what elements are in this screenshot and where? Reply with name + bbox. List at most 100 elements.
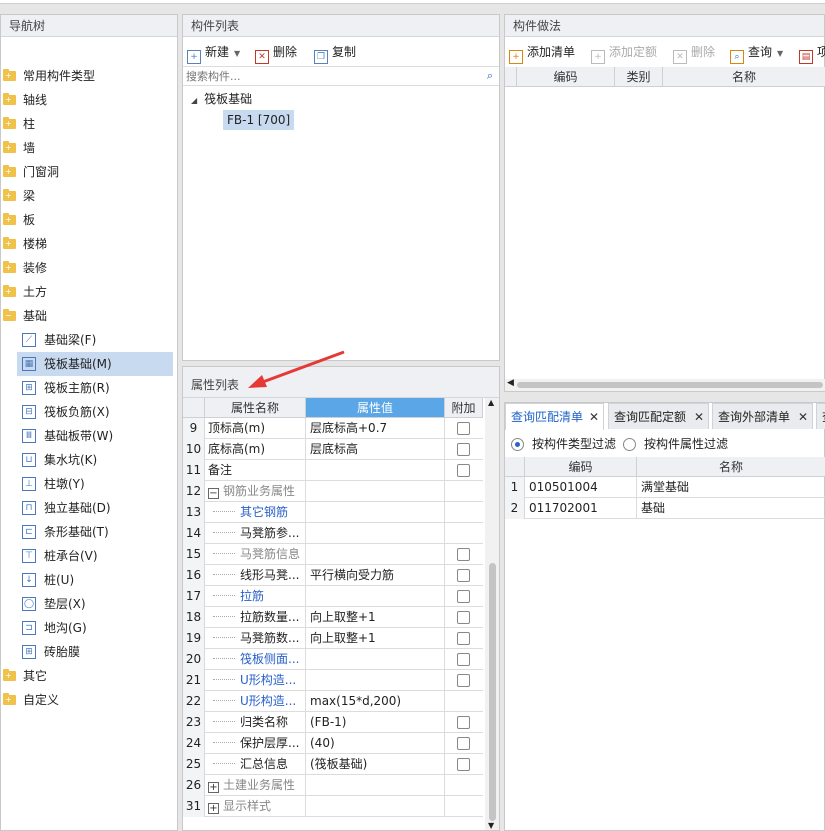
search-icon[interactable]: ⌕ [487, 69, 493, 83]
nav-subitem[interactable]: ⊔ 集水坑(K) [1, 448, 179, 472]
filter-attr[interactable]: 按构件属性过滤 [623, 433, 741, 455]
prop-header-name[interactable]: 属性名称 [205, 398, 306, 418]
query-row[interactable]: 2 011702001 基础 [505, 498, 825, 519]
extra-checkbox[interactable] [457, 422, 470, 435]
prop-row-value[interactable] [306, 670, 445, 691]
nav-item[interactable]: + 常用构件类型 [1, 64, 179, 88]
prop-row-value[interactable]: max(15*d,200) [306, 691, 445, 712]
nav-subitem[interactable]: ⊟ 筏板负筋(X) [1, 400, 179, 424]
query-row-code[interactable]: 010501004 [525, 477, 637, 498]
prop-scrollbar[interactable]: ▲ ▼ [485, 398, 499, 830]
search-box[interactable]: ⌕ [183, 66, 499, 86]
prop-header-value[interactable]: 属性值 [306, 398, 445, 418]
expand-icon[interactable]: + [208, 782, 219, 793]
prop-row-value[interactable] [306, 502, 445, 523]
prop-row-value[interactable]: (筏板基础) [306, 754, 445, 775]
prop-row-value[interactable]: 层底标高+0.7 [306, 418, 445, 439]
prop-row-value[interactable] [306, 775, 445, 796]
nav-subitem[interactable]: ⊐ 地沟(G) [1, 616, 179, 640]
extra-checkbox[interactable] [457, 632, 470, 645]
scroll-up-icon[interactable]: ▲ [488, 398, 494, 407]
nav-item[interactable]: + 轴线 [1, 88, 179, 112]
add-list-button[interactable]: + 添加清单 [509, 41, 575, 64]
prop-row[interactable]: 24 保护层厚... (40) [183, 733, 483, 754]
method-header-name[interactable]: 名称 [663, 67, 825, 87]
prop-row[interactable]: 19 马凳筋数... 向上取整+1 [183, 628, 483, 649]
filter-type[interactable]: 按构件类型过滤 [511, 433, 629, 455]
nav-subitem[interactable]: ⊓ 独立基础(D) [1, 496, 179, 520]
nav-subitem[interactable]: ⊞ 筏板主筋(R) [1, 376, 179, 400]
prop-row[interactable]: 15 马凳筋信息 [183, 544, 483, 565]
tab-more[interactable]: 查 [816, 403, 825, 429]
nav-item[interactable]: + 梁 [1, 184, 179, 208]
prop-row-value[interactable] [306, 481, 445, 502]
nav-subitem[interactable]: ⊤ 桩承台(V) [1, 544, 179, 568]
prop-row[interactable]: 12− 钢筋业务属性 [183, 481, 483, 502]
nav-item[interactable]: + 土方 [1, 280, 179, 304]
extra-checkbox[interactable] [457, 611, 470, 624]
prop-row[interactable]: 13 其它钢筋 [183, 502, 483, 523]
nav-item[interactable]: − 基础 [1, 304, 179, 328]
nav-subitem[interactable]: ⟋ 基础梁(F) [1, 328, 179, 352]
scroll-down-icon[interactable]: ▼ [488, 821, 494, 830]
expand-icon[interactable]: + [208, 803, 219, 814]
method-hscrollbar[interactable]: ◀ [505, 378, 825, 391]
nav-item[interactable]: + 自定义 [1, 688, 179, 712]
prop-row[interactable]: 16 线形马凳... 平行横向受力筋 [183, 565, 483, 586]
delete-button[interactable]: ✕ 删除 [255, 41, 297, 64]
prop-row-value[interactable] [306, 796, 445, 817]
query-button[interactable]: ⌕ 查询 ▼ [730, 41, 783, 64]
radio-filter-type[interactable] [511, 438, 524, 451]
query-header-code[interactable]: 编码 [525, 457, 637, 477]
query-row-name[interactable]: 基础 [637, 498, 825, 519]
tree-root[interactable]: ◢ 筏板基础 [191, 89, 252, 109]
extra-checkbox[interactable] [457, 674, 470, 687]
method-header-code[interactable]: 编码 [517, 67, 615, 87]
prop-row-value[interactable] [306, 586, 445, 607]
prop-row[interactable]: 10 底标高(m) 层底标高 [183, 439, 483, 460]
extra-checkbox[interactable] [457, 569, 470, 582]
method-delete-button[interactable]: ✕ 删除 [673, 41, 715, 64]
prop-row-value[interactable]: 向上取整+1 [306, 607, 445, 628]
extra-checkbox[interactable] [457, 716, 470, 729]
extra-checkbox[interactable] [457, 758, 470, 771]
query-row-name[interactable]: 满堂基础 [637, 477, 825, 498]
prop-row[interactable]: 21 U形构造... [183, 670, 483, 691]
tab-match-list[interactable]: 查询匹配清单 ✕ [505, 403, 604, 430]
query-header-name[interactable]: 名称 [637, 457, 825, 477]
prop-row[interactable]: 25 汇总信息 (筏板基础) [183, 754, 483, 775]
prop-row-value[interactable]: 层底标高 [306, 439, 445, 460]
item-button[interactable]: ▤ 项 [799, 41, 825, 64]
prop-row[interactable]: 17 拉筋 [183, 586, 483, 607]
collapse-arrow-icon[interactable]: ◢ [191, 96, 197, 105]
nav-item[interactable]: + 门窗洞 [1, 160, 179, 184]
prop-row[interactable]: 22 U形构造... max(15*d,200) [183, 691, 483, 712]
extra-checkbox[interactable] [457, 653, 470, 666]
nav-subitem[interactable]: ◯ 垫层(X) [1, 592, 179, 616]
collapse-icon[interactable]: − [208, 488, 219, 499]
tree-item-fb1[interactable]: FB-1 [700] [223, 110, 295, 130]
prop-row-value[interactable]: (FB-1) [306, 712, 445, 733]
prop-row-value[interactable] [306, 523, 445, 544]
prop-row[interactable]: 23 归类名称 (FB-1) [183, 712, 483, 733]
nav-item[interactable]: + 板 [1, 208, 179, 232]
nav-item[interactable]: + 墙 [1, 136, 179, 160]
prop-row-value[interactable] [306, 460, 445, 481]
radio-filter-attr[interactable] [623, 438, 636, 451]
close-icon[interactable]: ✕ [589, 404, 599, 430]
prop-row[interactable]: 18 拉筋数量... 向上取整+1 [183, 607, 483, 628]
nav-subitem[interactable]: Ⅲ 基础板带(W) [1, 424, 179, 448]
tab-match-quota[interactable]: 查询匹配定额 ✕ [608, 403, 709, 429]
tab-external-list[interactable]: 查询外部清单 ✕ [712, 403, 813, 429]
prop-row[interactable]: 9 顶标高(m) 层底标高+0.7 [183, 418, 483, 439]
prop-row-value[interactable]: 平行横向受力筋 [306, 565, 445, 586]
prop-row-value[interactable]: (40) [306, 733, 445, 754]
prop-row-value[interactable]: 向上取整+1 [306, 628, 445, 649]
scroll-left-icon[interactable]: ◀ [507, 378, 514, 388]
close-icon[interactable]: ✕ [694, 404, 704, 430]
prop-row[interactable]: 14 马凳筋参... [183, 523, 483, 544]
prop-row[interactable]: 31 + 显示样式 [183, 796, 483, 817]
extra-checkbox[interactable] [457, 443, 470, 456]
extra-checkbox[interactable] [457, 590, 470, 603]
nav-subitem[interactable]: ⊏ 条形基础(T) [1, 520, 179, 544]
